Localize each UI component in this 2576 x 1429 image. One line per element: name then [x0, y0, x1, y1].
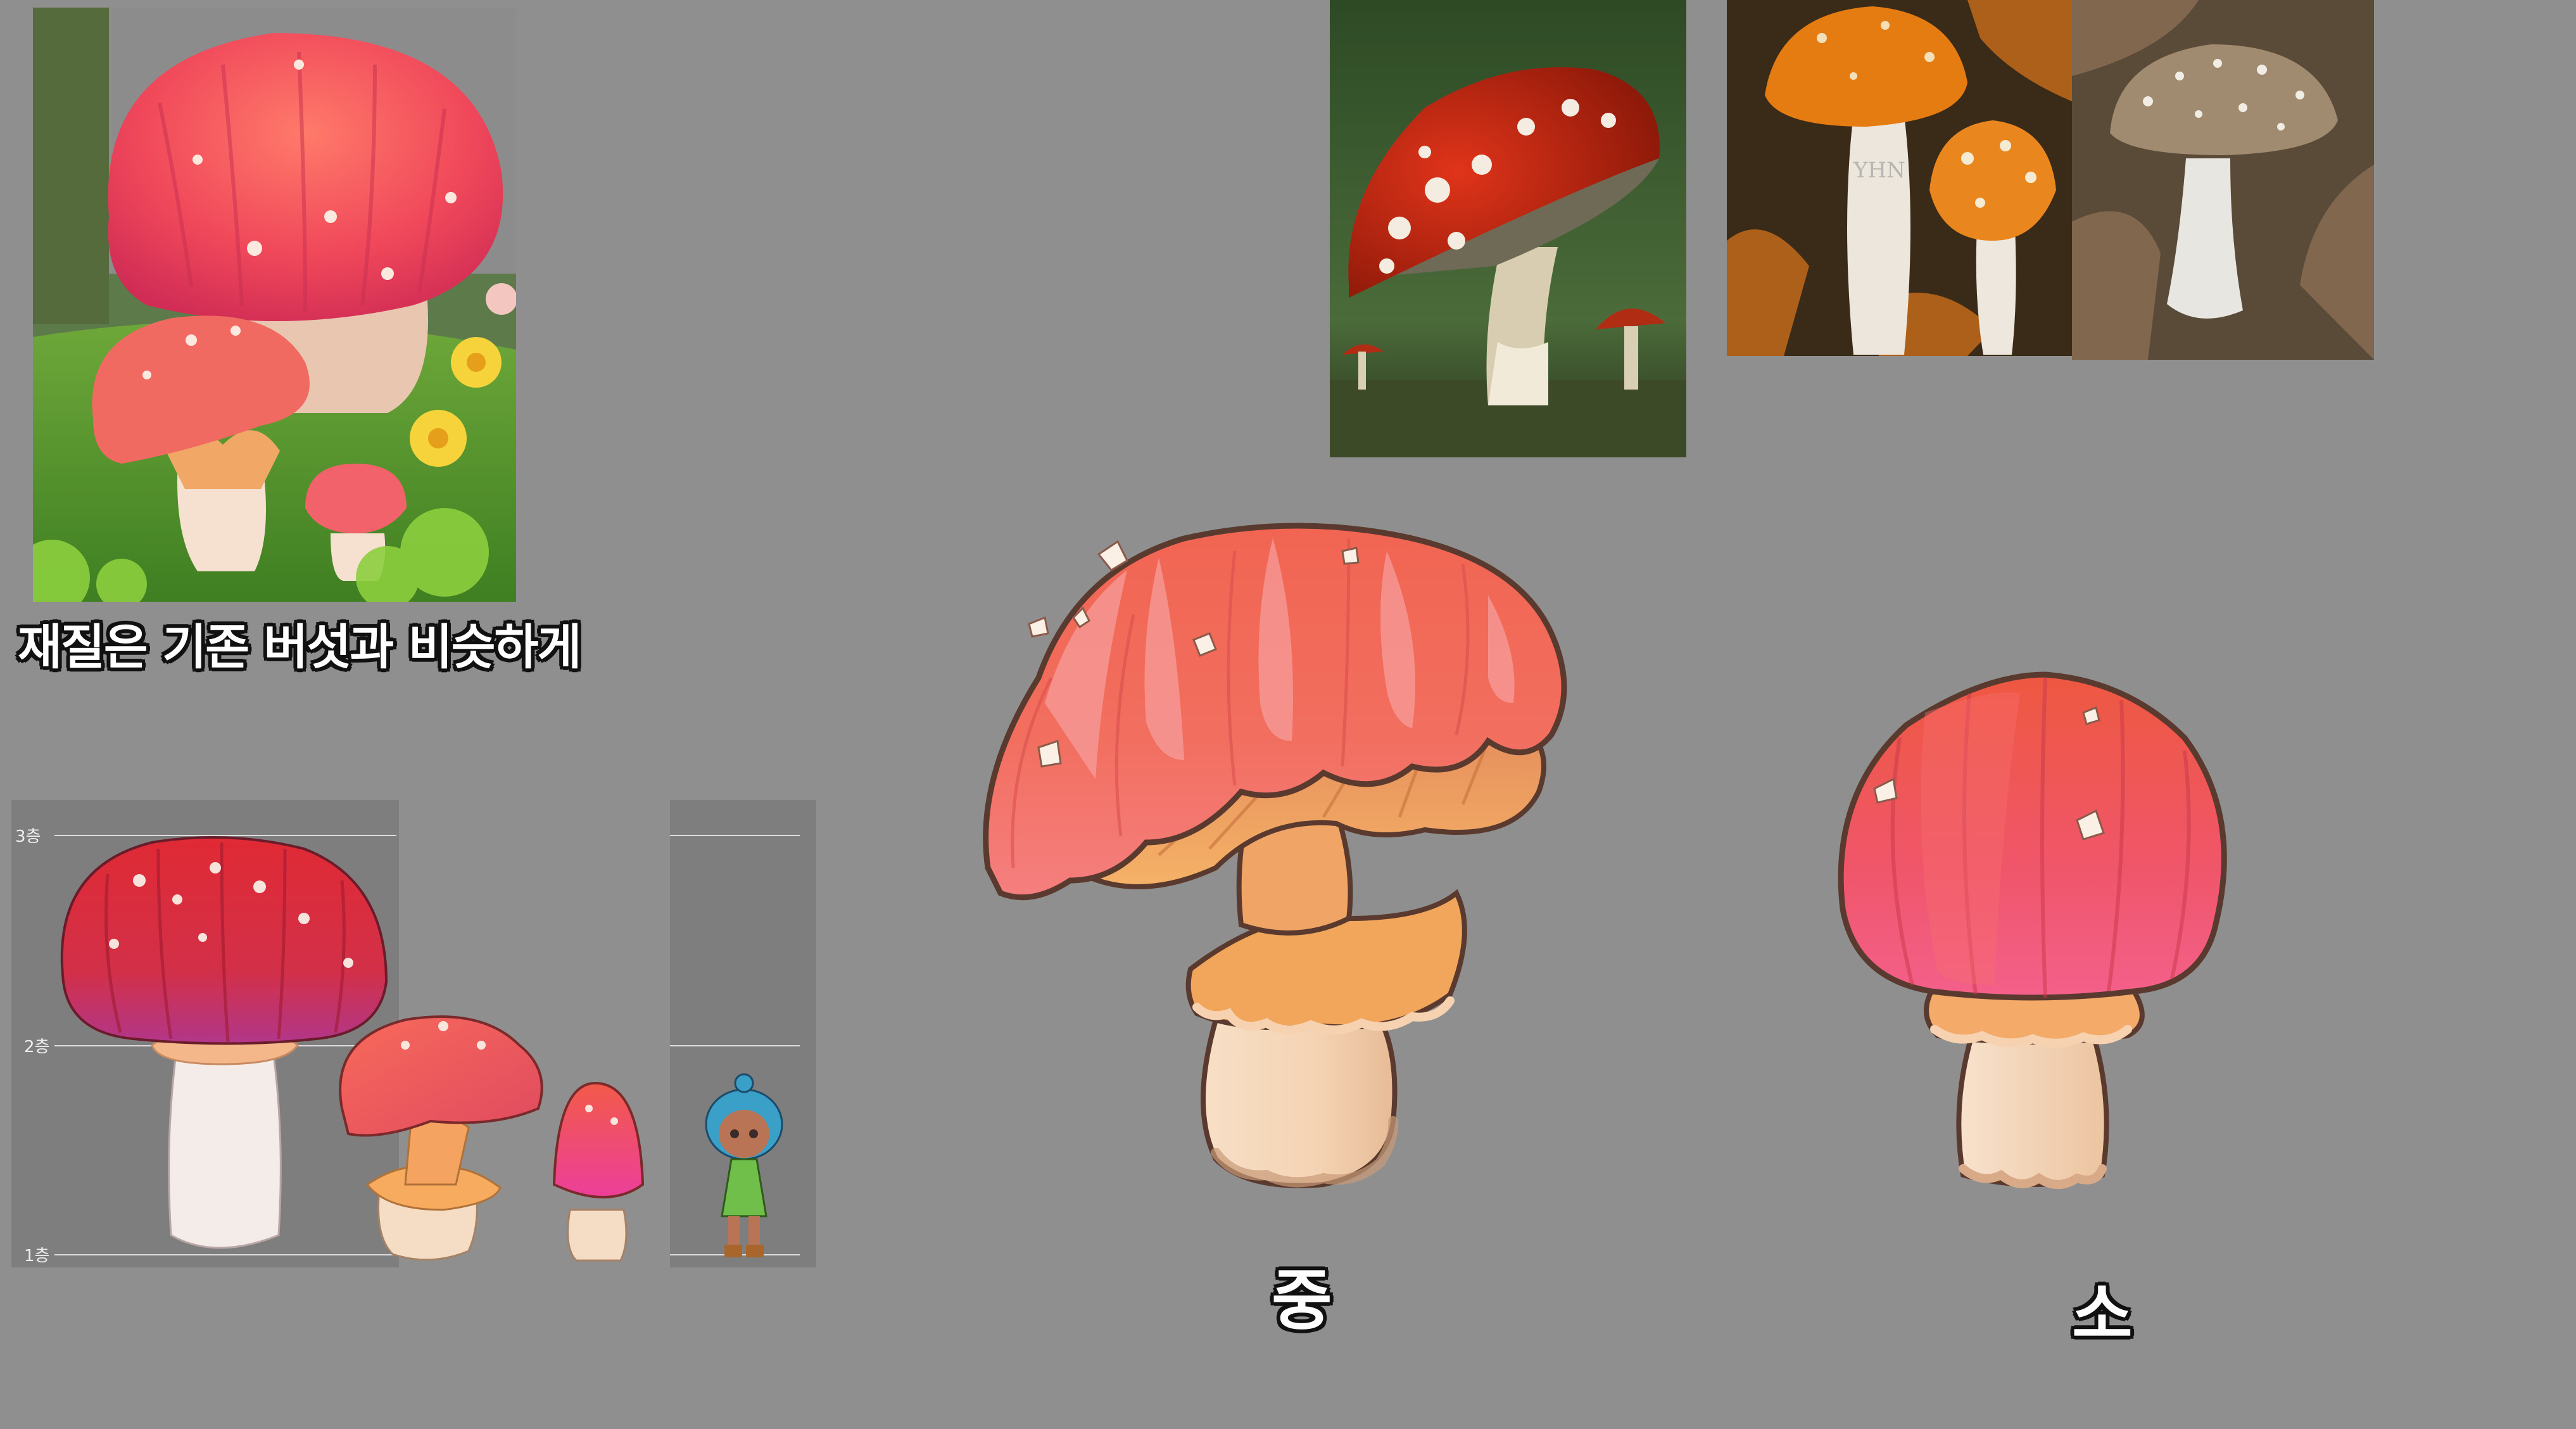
reference-photo-grey-amanita — [2072, 0, 2374, 360]
medium-mushroom-concept — [969, 513, 1589, 1223]
small-mushroom-concept — [1830, 668, 2235, 1213]
reference-photo-fly-agaric — [1330, 0, 1686, 457]
scale-label-1: 1층 — [24, 1247, 50, 1266]
scale-line-3-char — [670, 835, 800, 836]
label-small: 소 — [2072, 1276, 2133, 1353]
scale-label-2: 2층 — [24, 1038, 50, 1057]
game-screenshot-reference — [33, 8, 516, 602]
size-chart-mushrooms — [51, 830, 684, 1267]
scale-line-2-char — [670, 1045, 800, 1046]
watermark-text: YHN — [1853, 158, 1905, 183]
label-medium: 중 — [1272, 1262, 1332, 1339]
character-scale-reference — [697, 1070, 792, 1261]
scale-label-3: 3층 — [15, 827, 41, 846]
reference-photo-orange-amanita: YHN — [1727, 0, 2072, 356]
material-note-caption: 재질은 기존 버섯과 비슷하게 — [18, 619, 581, 675]
